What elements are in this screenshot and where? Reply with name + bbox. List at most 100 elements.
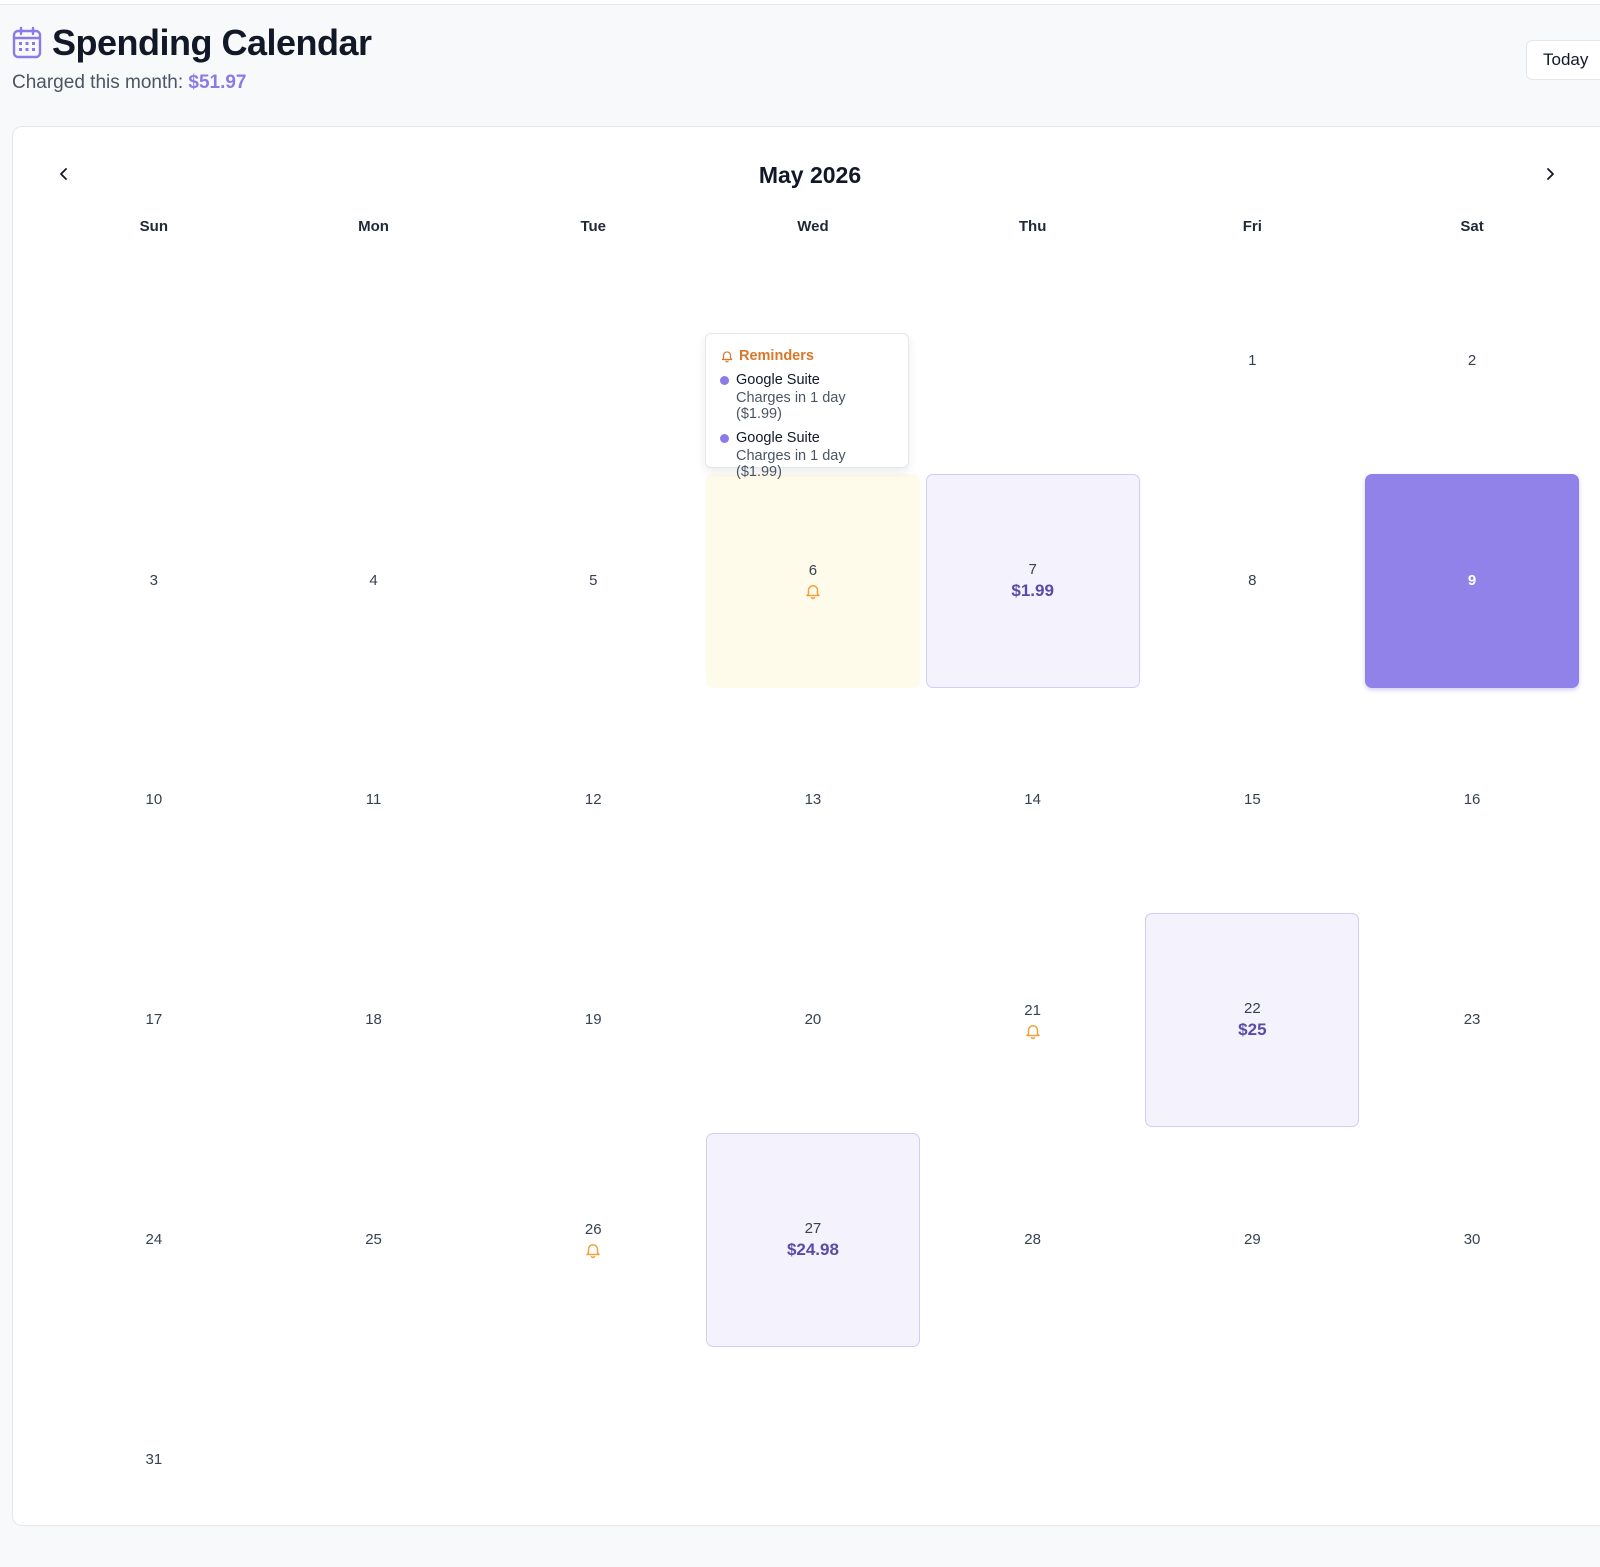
tooltip-item-detail: Charges in 1 day ($1.99) [736,390,846,422]
day-cell-31[interactable]: 31 [47,1353,261,1567]
calendar-icon [12,26,42,60]
day-cell-7[interactable]: 7 $1.99 [925,473,1140,688]
day-number: 11 [365,791,382,809]
chevron-left-icon [60,168,67,180]
day-cell-10[interactable]: 10 [47,693,261,907]
charged-summary: Charged this month: $51.97 [12,72,372,94]
charged-label: Charged this month: [12,72,184,93]
day-number: 17 [145,1011,163,1029]
weekday-fri: Fri [1242,218,1262,235]
day-cell-14[interactable]: 14 [926,693,1140,907]
day-number: 31 [145,1450,163,1468]
day-cell-30[interactable]: 30 [1365,1133,1579,1347]
status-dot [720,375,729,385]
day-number: 9 [1467,571,1477,589]
status-dot [720,433,729,443]
day-number: 2 [1467,352,1477,369]
day-number: 3 [149,571,159,589]
day-cell-22[interactable]: 22 $25 [1145,913,1360,1128]
day-number: 10 [145,791,163,809]
weekday-sun: Sun [139,218,169,235]
day-cell-26[interactable]: 26 [486,1133,700,1347]
day-cell-17[interactable]: 17 [47,913,261,1127]
day-number: 25 [365,1230,382,1248]
day-number: 1 [1248,352,1257,369]
day-number: 18 [365,1011,382,1029]
day-cell-12[interactable]: 12 [486,693,700,907]
charge-amount: $25 [1238,1020,1267,1040]
day-cell-20[interactable]: 20 [706,913,920,1127]
prev-month-button[interactable] [50,160,78,188]
day-number: 24 [145,1230,163,1248]
tooltip-item-row: Google Suite [720,430,894,446]
bell-icon [721,351,733,363]
day-cell-8[interactable]: 8 [1145,474,1359,688]
tooltip-item: Google Suite Charges in 1 day ($1.99) [720,430,894,480]
day-cell-5[interactable]: 5 [486,474,700,688]
day-cell-4[interactable]: 4 [267,474,481,688]
page-header: Spending Calendar Charged this month: $5… [12,22,372,94]
charge-amount: $1.99 [1011,580,1054,600]
day-cell-3[interactable]: 3 [47,474,261,688]
day-number: 7 [1028,560,1037,578]
bell-icon [806,585,820,600]
top-border [0,0,1600,5]
page-title: Spending Calendar [52,22,372,63]
bell-icon [1025,1024,1040,1039]
title-row: Spending Calendar [12,22,372,64]
tooltip-item-name: Google Suite [736,430,820,446]
day-number: 22 [1244,1000,1261,1018]
day-cell-19[interactable]: 19 [486,913,700,1127]
day-cell-15[interactable]: 15 [1145,693,1359,907]
day-cell-11[interactable]: 11 [267,693,481,907]
day-cell-25[interactable]: 25 [267,1133,481,1347]
tooltip-heading-label: Reminders [739,348,814,364]
bell-icon [586,1244,600,1259]
day-number: 16 [1463,791,1481,809]
today-button[interactable]: Today [1526,40,1600,80]
next-month-button[interactable] [1536,160,1564,188]
day-cell-27[interactable]: 27 $24.98 [705,1132,920,1347]
day-cell-2[interactable]: 2 [1365,254,1579,468]
tooltip-item-row: Google Suite [720,372,894,388]
day-cell-24[interactable]: 24 [47,1133,261,1347]
day-number: 14 [1024,791,1041,809]
day-number: 15 [1244,791,1261,809]
day-number: 29 [1244,1230,1261,1248]
day-number: 28 [1024,1230,1041,1248]
day-number: 12 [584,791,602,809]
day-cell-21[interactable]: 21 [926,913,1140,1127]
day-number: 19 [584,1011,602,1029]
day-cell-29[interactable]: 29 [1145,1133,1359,1347]
weekday-sat: Sat [1460,218,1484,235]
day-number: 20 [804,1011,822,1029]
day-cell-18[interactable]: 18 [267,913,481,1127]
day-cell-16[interactable]: 16 [1365,693,1579,907]
day-number: 5 [589,571,598,589]
month-title: May 2026 [758,162,862,188]
day-cell-6[interactable]: 6 [705,473,920,688]
day-cell-1[interactable]: 1 [1145,254,1359,468]
reminder-tooltip: Reminders Google Suite Charges in 1 day … [705,333,909,480]
tooltip-item-name: Google Suite [736,372,820,388]
weekday-mon: Mon [358,218,389,235]
day-cell-23[interactable]: 23 [1365,913,1579,1127]
chevron-right-icon [1547,168,1554,180]
day-number: 21 [1024,1001,1041,1019]
day-number: 26 [584,1221,602,1239]
day-number: 8 [1248,571,1257,589]
day-cell-9[interactable]: 9 [1365,473,1580,688]
weekday-thu: Thu [1018,218,1047,235]
day-number: 4 [369,571,378,589]
tooltip-heading: Reminders [720,348,894,364]
day-cell-13[interactable]: 13 [706,693,920,907]
charge-amount: $24.98 [786,1239,839,1259]
day-number: 27 [804,1219,822,1237]
day-cell-28[interactable]: 28 [926,1133,1140,1347]
charged-amount: $51.97 [188,72,247,93]
day-number: 23 [1463,1011,1481,1029]
tooltip-item-detail: Charges in 1 day ($1.99) [736,448,846,480]
weekday-tue: Tue [580,218,607,235]
day-number: 6 [808,562,818,580]
day-number: 30 [1463,1230,1481,1248]
